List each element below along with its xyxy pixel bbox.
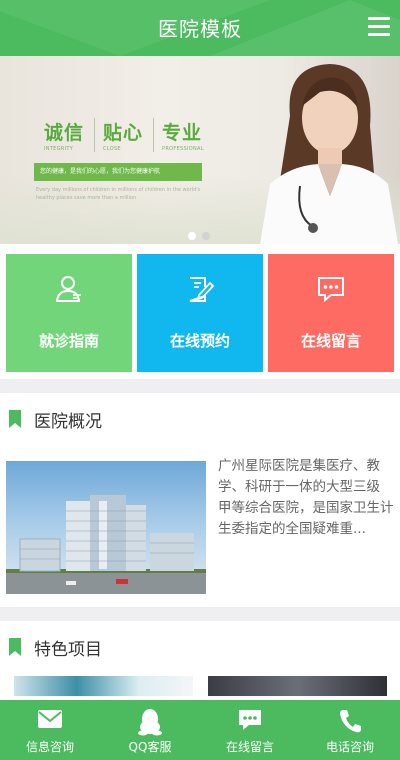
message-bubble-icon [318, 277, 344, 303]
hospital-building-photo[interactable] [6, 461, 206, 594]
qq-penguin-icon [138, 709, 162, 736]
chat-bubble-icon [239, 710, 261, 730]
user-guide-icon [55, 276, 81, 302]
carousel-dots [188, 232, 210, 240]
nav-label: 电话咨询 [325, 740, 374, 754]
slogan-item: 诚信 INTEGRITY [36, 118, 96, 152]
edit-appointment-icon [189, 277, 215, 302]
banner-small-text: Every day millions of children in millio… [36, 187, 201, 201]
section-header: 特色项目 [0, 621, 400, 673]
carousel-dot[interactable] [202, 232, 210, 240]
bookmark-icon [9, 410, 21, 428]
hamburger-menu-icon[interactable] [368, 17, 390, 37]
card-label: 在线留言 [300, 332, 361, 350]
envelope-icon [38, 710, 62, 728]
quick-links: 就诊指南 在线预约 在线留言 [0, 244, 400, 379]
feature-item-image[interactable] [208, 676, 387, 696]
features-section: 特色项目 [0, 621, 400, 700]
page-title: 医院模板 [158, 17, 242, 41]
card-guide[interactable]: 就诊指南 [6, 254, 132, 372]
doctor-photo [260, 64, 398, 244]
top-header: 医院模板 [0, 0, 400, 56]
section-header: 医院概况 [0, 393, 400, 445]
card-label: 就诊指南 [38, 332, 99, 350]
bookmark-icon [9, 638, 21, 656]
nav-qq-service[interactable]: QQ客服 [100, 700, 200, 760]
nav-online-message[interactable]: 在线留言 [200, 700, 300, 760]
banner-strip: 您的健康，是我们的心愿，我们为您健康护航 [34, 163, 202, 181]
nav-label: 信息咨询 [25, 740, 74, 754]
nav-info-consult[interactable]: 信息咨询 [0, 700, 100, 760]
feature-item-image[interactable] [14, 676, 193, 696]
slogan-row: 诚信 INTEGRITY 贴心 CLOSE 专业 PROFESSIONAL [36, 118, 214, 152]
carousel-dot[interactable] [188, 232, 196, 240]
slogan-item: 专业 PROFESSIONAL [162, 122, 204, 152]
slogan-item: 贴心 CLOSE [95, 118, 155, 152]
card-label: 在线预约 [169, 332, 230, 350]
section-title[interactable]: 医院概况 [34, 407, 102, 432]
nav-phone-consult[interactable]: 电话咨询 [300, 700, 400, 760]
hero-banner[interactable]: 诚信 INTEGRITY 贴心 CLOSE 专业 PROFESSIONAL 您的… [0, 56, 400, 244]
nav-label: 在线留言 [225, 740, 274, 754]
about-description[interactable]: 广州星际医院是集医疗、教学、科研于一体的大型三级 甲等综合医院，是国家卫生计生委… [218, 456, 394, 540]
bottom-nav: 信息咨询 QQ客服 在线留言 电话咨询 [0, 700, 400, 760]
card-message[interactable]: 在线留言 [268, 254, 394, 372]
about-section: 医院概况 广州星际医院是集医疗、教学、科研于一体的大型三级 甲等综合医院，是国家… [0, 393, 400, 607]
nav-label: QQ客服 [128, 740, 172, 754]
card-appointment[interactable]: 在线预约 [137, 254, 263, 372]
phone-icon [340, 710, 361, 733]
section-title[interactable]: 特色项目 [34, 635, 102, 660]
